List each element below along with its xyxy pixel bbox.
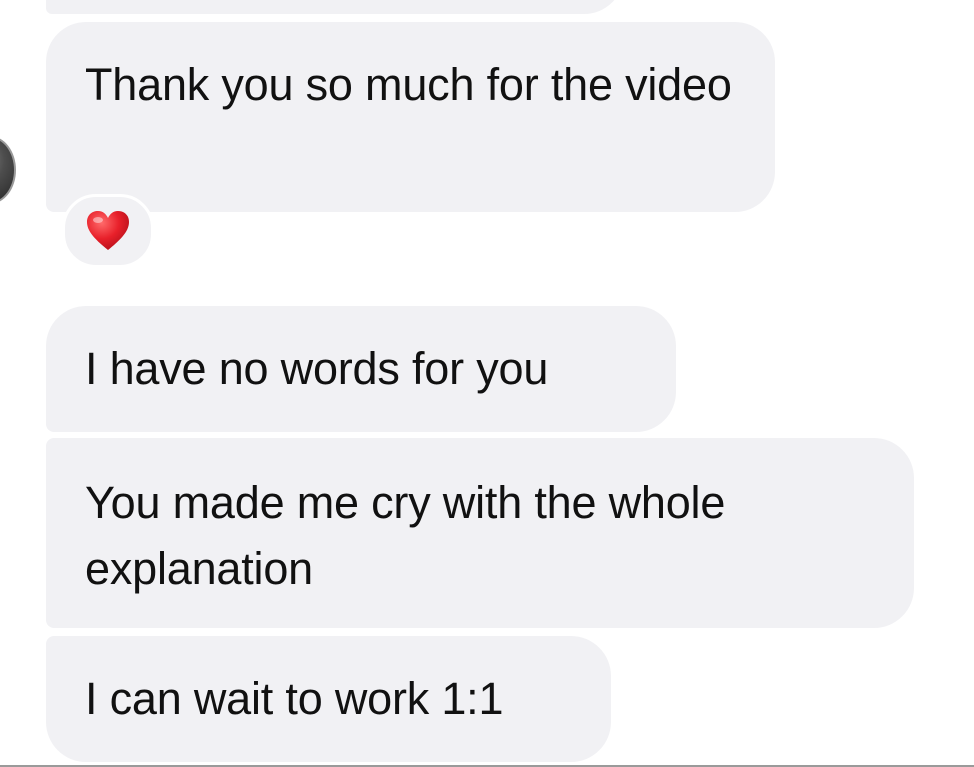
reaction-badge[interactable] xyxy=(62,194,154,268)
message-bubble-partial[interactable] xyxy=(46,0,624,14)
message-text: Thank you so much for the video xyxy=(85,59,732,110)
heart-icon xyxy=(87,211,129,250)
message-text: You made me cry with the whole explanati… xyxy=(85,477,726,594)
sender-avatar[interactable] xyxy=(0,136,16,204)
message-bubble[interactable]: I have no words for you xyxy=(46,306,676,432)
message-text: I can wait to work 1:1 xyxy=(85,673,504,724)
message-bubble[interactable]: Thank you so much for the video xyxy=(46,22,775,212)
message-text: I have no words for you xyxy=(85,343,549,394)
message-bubble[interactable]: You made me cry with the whole explanati… xyxy=(46,438,914,628)
message-bubble[interactable]: I can wait to work 1:1 xyxy=(46,636,611,762)
